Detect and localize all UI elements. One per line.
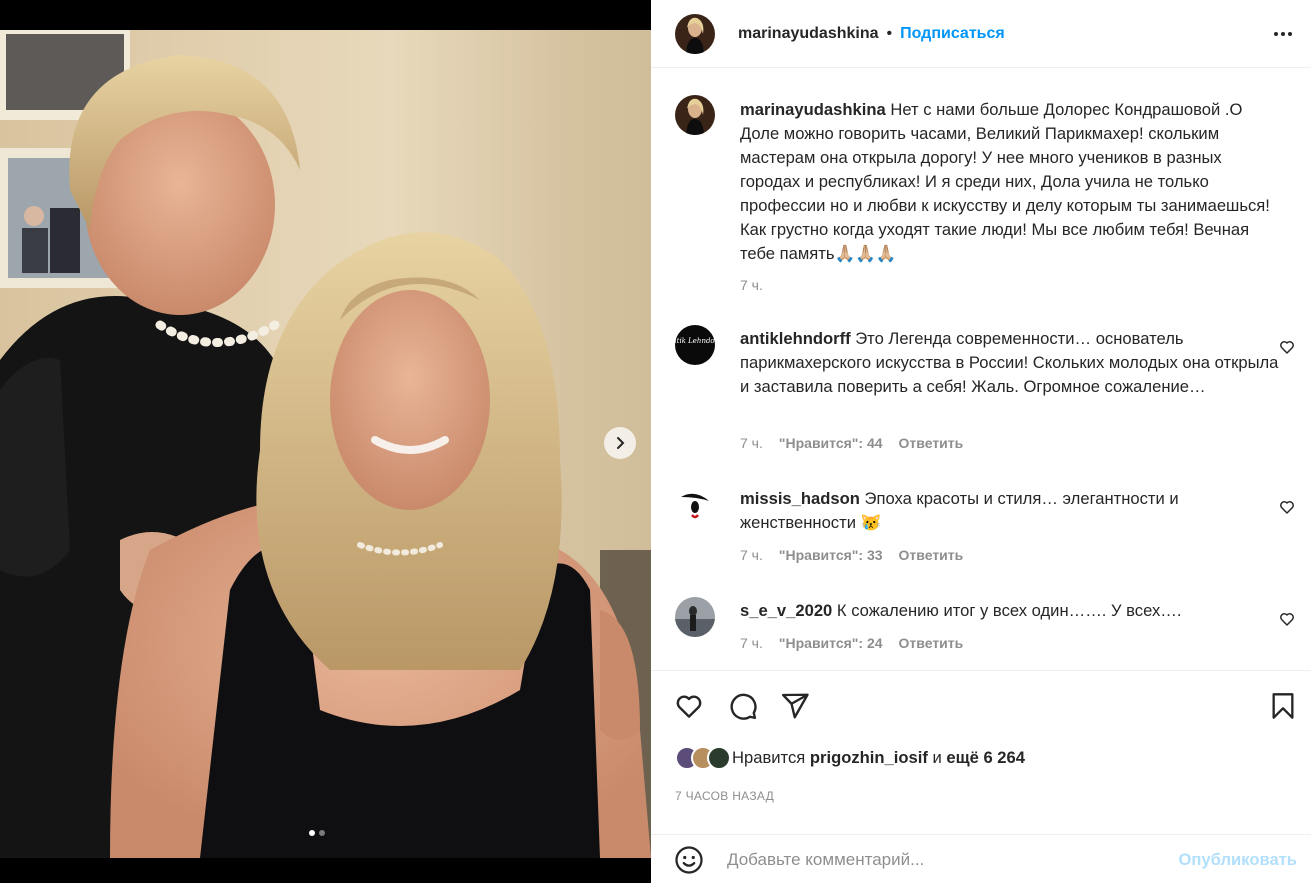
comment-icon <box>730 693 757 720</box>
publish-button[interactable]: Опубликовать <box>1179 850 1298 870</box>
comment-time[interactable]: 7 ч. <box>740 635 763 651</box>
comment-likes[interactable]: "Нравится": 33 <box>779 547 883 563</box>
header-separator: • <box>886 24 893 42</box>
comment-likes[interactable]: "Нравится": 24 <box>779 635 883 651</box>
save-button[interactable] <box>1267 690 1299 722</box>
likes-summary: Нравится prigozhin_iosif и ещё 6 264 <box>675 746 1025 770</box>
comment-item: s_e_v_2020 К сожалению итог у всех один…… <box>675 597 1295 667</box>
author-avatar[interactable] <box>675 95 715 135</box>
reply-button[interactable]: Ответить <box>899 435 964 451</box>
liker-avatar <box>707 746 731 770</box>
comment-time[interactable]: 7 ч. <box>740 547 763 563</box>
post-timestamp[interactable]: 7 ЧАСОВ НАЗАД <box>675 789 774 803</box>
heart-icon[interactable] <box>1279 499 1295 515</box>
comment-item: missis_hadson Эпоха красоты и стиля… эле… <box>675 485 1295 575</box>
more-icon <box>1274 32 1278 36</box>
commenter-avatar[interactable] <box>675 485 715 525</box>
more-options-button[interactable] <box>1271 22 1295 46</box>
carousel-dot-active <box>309 830 315 836</box>
avatar-logo-text: Antik Lehndorff <box>675 337 715 345</box>
commenter-avatar[interactable] <box>675 597 715 637</box>
comments-section: marinayudashkina Нет с нами больше Долор… <box>651 69 1311 669</box>
author-username[interactable]: marinayudashkina <box>738 25 879 43</box>
carousel-indicator <box>309 830 325 836</box>
more-icon-dot <box>1281 32 1285 36</box>
comment-username[interactable]: missis_hadson <box>740 489 860 508</box>
heart-icon[interactable] <box>1279 339 1295 355</box>
post-header: marinayudashkina • Подписаться <box>651 0 1311 68</box>
comment-text: missis_hadson Эпоха красоты и стиля… эле… <box>740 487 1280 535</box>
comment-text: antiklehndorff Это Легенда современности… <box>740 327 1280 399</box>
bookmark-icon <box>1272 693 1294 719</box>
liker-avatars <box>675 746 731 770</box>
comment-meta: 7 ч. "Нравится": 44 Ответить <box>740 435 963 451</box>
photo-illustration <box>0 30 651 858</box>
caption-row: marinayudashkina Нет с нами больше Долор… <box>675 95 1295 295</box>
caption-text: marinayudashkina Нет с нами больше Долор… <box>740 98 1280 266</box>
share-button[interactable] <box>779 690 811 722</box>
like-button[interactable] <box>673 690 705 722</box>
commenter-avatar[interactable]: Antik Lehndorff <box>675 325 715 365</box>
emoji-button[interactable] <box>673 844 705 876</box>
likes-prefix: Нравится <box>732 748 806 767</box>
post-side-panel: marinayudashkina • Подписаться marinayud… <box>651 0 1311 883</box>
caption-meta: 7 ч. <box>740 277 763 293</box>
comment-likes[interactable]: "Нравится": 44 <box>779 435 883 451</box>
more-icon-dot <box>1288 32 1292 36</box>
comment-composer: Опубликовать <box>651 834 1311 883</box>
caption-body: Нет с нами больше Долорес Кондрашовой .О… <box>740 100 1270 263</box>
comment-meta: 7 ч. "Нравится": 33 Ответить <box>740 547 963 563</box>
heart-icon <box>676 695 702 718</box>
follow-button[interactable]: Подписаться <box>900 25 1005 43</box>
emoji-icon <box>675 846 703 874</box>
comment-item: Antik Lehndorff antiklehndorff Это Леген… <box>675 325 1295 455</box>
likes-count[interactable]: ещё 6 264 <box>946 748 1025 768</box>
comment-text: s_e_v_2020 К сожалению итог у всех один…… <box>740 599 1280 623</box>
caption-time[interactable]: 7 ч. <box>740 277 763 293</box>
reply-button[interactable]: Ответить <box>899 635 964 651</box>
chevron-right-icon <box>617 437 625 449</box>
comment-username[interactable]: antiklehndorff <box>740 329 851 348</box>
likes-conj: и <box>932 748 942 767</box>
post-media <box>0 0 651 883</box>
post-photo <box>0 30 651 858</box>
reply-button[interactable]: Ответить <box>899 547 964 563</box>
carousel-dot <box>319 830 325 836</box>
comment-button[interactable] <box>727 690 759 722</box>
caption-username[interactable]: marinayudashkina <box>740 100 886 119</box>
comment-time[interactable]: 7 ч. <box>740 435 763 451</box>
heart-icon[interactable] <box>1279 611 1295 627</box>
author-avatar[interactable] <box>675 13 715 54</box>
share-icon <box>781 693 809 719</box>
post-actions: Нравится prigozhin_iosif и ещё 6 264 7 Ч… <box>651 670 1311 883</box>
comment-username[interactable]: s_e_v_2020 <box>740 601 832 620</box>
liker-username[interactable]: prigozhin_iosif <box>810 748 928 768</box>
carousel-next-button[interactable] <box>604 427 636 459</box>
comment-meta: 7 ч. "Нравится": 24 Ответить <box>740 635 963 651</box>
comment-input[interactable] <box>727 849 1147 870</box>
comment-body: К сожалению итог у всех один……. У всех…. <box>836 601 1182 620</box>
